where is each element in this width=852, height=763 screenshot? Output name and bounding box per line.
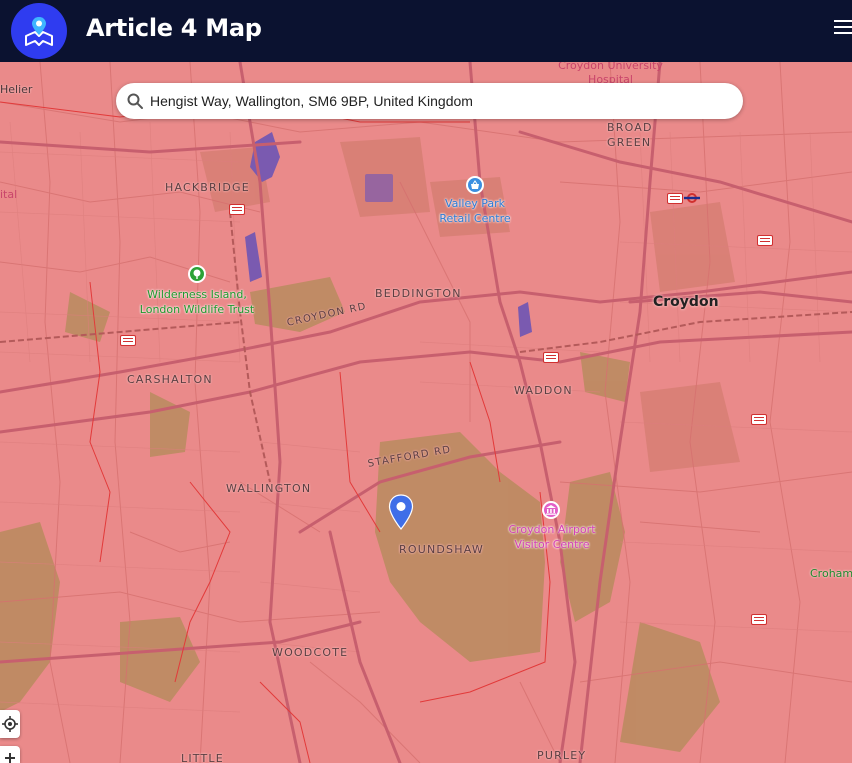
- place-label-helier: Helier: [0, 83, 33, 96]
- place-label-waddon: WADDON: [514, 384, 573, 397]
- place-label-green: GREEN: [607, 136, 652, 149]
- app-title: Article 4 Map: [86, 14, 262, 42]
- poi-label-line: Croydon Airport: [508, 523, 596, 536]
- place-label-little: LITTLE: [181, 752, 224, 763]
- tree-icon: [193, 269, 201, 279]
- map-canvas[interactable]: HACKBRIDGE BEDDINGTON CARSHALTON WALLING…: [0, 62, 852, 763]
- museum-icon: [546, 505, 556, 515]
- place-label-roundshaw: ROUNDSHAW: [399, 543, 484, 556]
- rail-station-icon[interactable]: [229, 204, 245, 215]
- rail-station-icon[interactable]: [667, 193, 683, 204]
- place-label-woodcote: WOODCOTE: [272, 646, 349, 659]
- search-input[interactable]: [150, 83, 730, 119]
- underground-icon[interactable]: [684, 193, 700, 203]
- rail-station-icon[interactable]: [120, 335, 136, 346]
- poi-label-line: Retail Centre: [439, 212, 511, 225]
- rail-station-icon[interactable]: [543, 352, 559, 363]
- map-base-layer: [0, 62, 852, 763]
- poi-label-line: Visitor Centre: [514, 538, 590, 551]
- city-label-croydon: Croydon: [653, 294, 719, 310]
- menu-icon-line: [834, 26, 852, 28]
- map-book-icon: [25, 17, 53, 46]
- poi-label-line: Wilderness Island,: [147, 288, 247, 301]
- park-poi-icon[interactable]: [188, 265, 206, 283]
- poi-label-croham: Croham: [810, 567, 852, 580]
- poi-label-line: Croydon University: [558, 62, 663, 72]
- plus-icon: [5, 752, 15, 763]
- menu-button[interactable]: [834, 18, 852, 36]
- place-label-purley: PURLEY: [537, 749, 587, 762]
- menu-icon-line: [834, 32, 852, 34]
- poi-label-line: London Wildlife Trust: [139, 303, 255, 316]
- museum-poi-icon[interactable]: [542, 501, 560, 519]
- rail-station-icon[interactable]: [757, 235, 773, 246]
- poi-label-wilderness-island: Wilderness Island, London Wildlife Trust: [130, 287, 264, 317]
- menu-icon-line: [834, 20, 852, 22]
- location-pin-icon[interactable]: [388, 494, 414, 530]
- poi-label-valley-park: Valley Park Retail Centre: [434, 196, 516, 226]
- zoom-in-button[interactable]: [0, 746, 20, 763]
- place-label-broad: BROAD: [607, 121, 653, 134]
- place-label-wallington: WALLINGTON: [226, 482, 312, 495]
- place-label-beddington: BEDDINGTON: [375, 287, 462, 300]
- search-icon: [127, 93, 143, 109]
- rail-station-icon[interactable]: [751, 614, 767, 625]
- poi-label-line: Valley Park: [444, 197, 506, 210]
- search-bar: [116, 83, 743, 119]
- poi-label-ital: ital: [0, 188, 18, 201]
- rail-station-icon[interactable]: [751, 414, 767, 425]
- poi-label-croydon-airport: Croydon Airport Visitor Centre: [503, 522, 601, 552]
- locate-me-button[interactable]: [0, 710, 20, 738]
- place-label-hackbridge: HACKBRIDGE: [165, 181, 250, 194]
- basket-icon: [471, 180, 479, 189]
- app-logo[interactable]: [11, 3, 67, 59]
- app-header: Article 4 Map: [0, 0, 852, 62]
- crosshair-icon: [2, 716, 18, 732]
- shopping-poi-icon[interactable]: [466, 176, 484, 194]
- place-label-carshalton: CARSHALTON: [127, 373, 213, 386]
